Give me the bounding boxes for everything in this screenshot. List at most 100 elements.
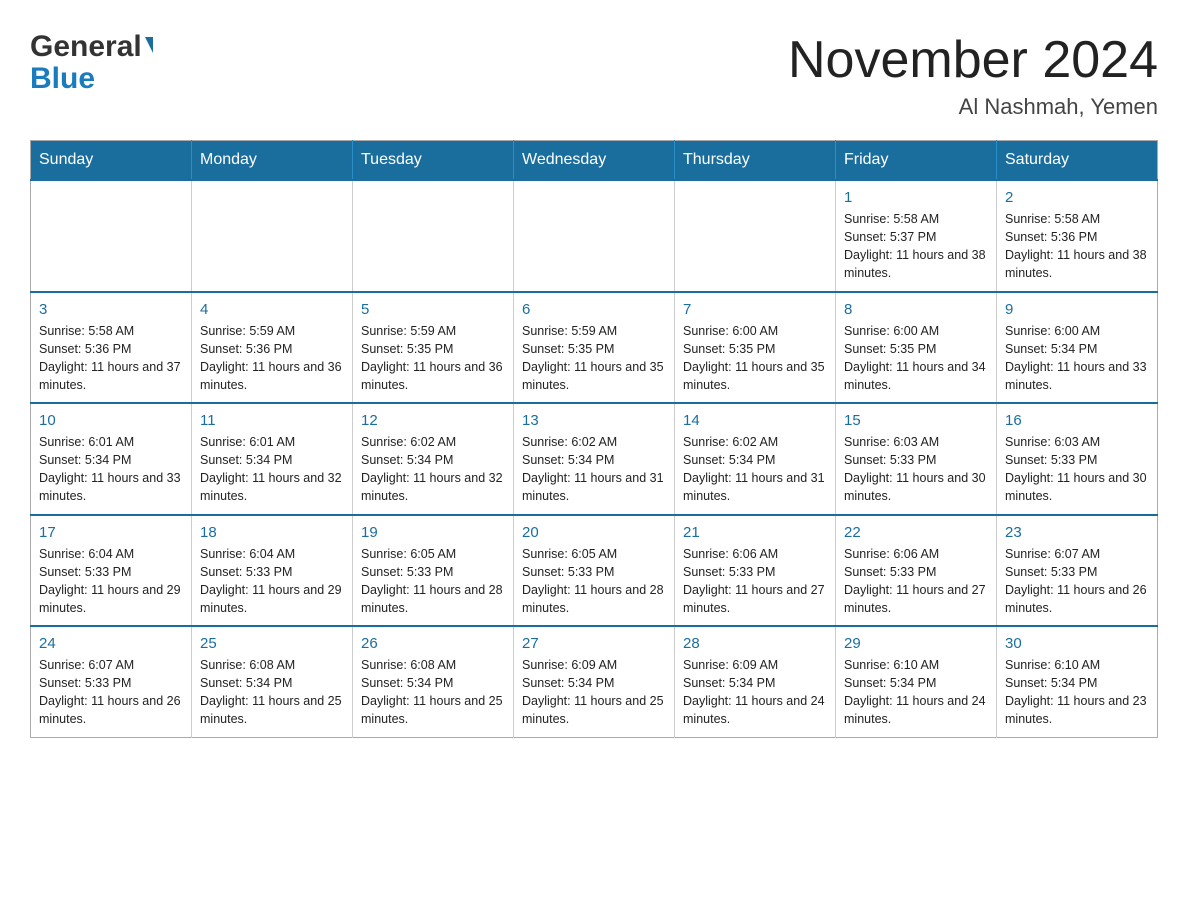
day-info: Sunrise: 5:58 AM Sunset: 5:37 PM Dayligh… — [844, 210, 988, 283]
day-number: 29 — [844, 635, 988, 652]
day-number: 9 — [1005, 301, 1149, 318]
day-number: 3 — [39, 301, 183, 318]
day-number: 21 — [683, 524, 827, 541]
day-info: Sunrise: 6:00 AM Sunset: 5:35 PM Dayligh… — [683, 322, 827, 395]
weekday-header-tuesday: Tuesday — [353, 141, 514, 181]
table-row: 28 Sunrise: 6:09 AM Sunset: 5:34 PM Dayli… — [675, 626, 836, 737]
day-number: 25 — [200, 635, 344, 652]
table-row: 8Sunrise: 6:00 AM Sunset: 5:35 PM Daylig… — [836, 292, 997, 404]
weekday-header-thursday: Thursday — [675, 141, 836, 181]
logo-blue-text: Blue — [30, 62, 95, 96]
logo-general-text: General — [30, 30, 142, 64]
table-row: 30Sunrise: 6:10 AM Sunset: 5:34 PM Dayli… — [997, 626, 1158, 737]
table-row: 6 Sunrise: 5:59 AM Sunset: 5:35 PM Daylig… — [514, 292, 675, 404]
table-row: 11 Sunrise: 6:01 AM Sunset: 5:34 PM Dayli… — [192, 403, 353, 515]
day-number: 15 — [844, 412, 988, 429]
table-row: 18Sunrise: 6:04 AM Sunset: 5:33 PM Dayli… — [192, 515, 353, 627]
day-info: Sunrise: 6:00 AM Sunset: 5:34 PM Dayligh… — [1005, 322, 1149, 395]
day-info: Sunrise: 6:01 AM Sunset: 5:34 PM Dayligh… — [200, 433, 344, 506]
day-info: Sunrise: 6:02 AM Sunset: 5:34 PM Dayligh… — [522, 433, 666, 506]
day-info: Sunrise: 6:02 AM Sunset: 5:34 PM Dayligh… — [683, 433, 827, 506]
table-row: 5 Sunrise: 5:59 AM Sunset: 5:35 PM Daylig… — [353, 292, 514, 404]
page-header: General Blue November 2024 Al Nashmah, Y… — [30, 30, 1158, 120]
weekday-header-row: SundayMondayTuesdayWednesdayThursdayFrid… — [31, 141, 1158, 181]
weekday-header-sunday: Sunday — [31, 141, 192, 181]
day-info: Sunrise: 6:07 AM Sunset: 5:33 PM Dayligh… — [39, 656, 183, 729]
table-row: 25 Sunrise: 6:08 AM Sunset: 5:34 PM Dayli… — [192, 626, 353, 737]
table-row — [353, 180, 514, 292]
day-number: 24 — [39, 635, 183, 652]
table-row: 3 Sunrise: 5:58 AM Sunset: 5:36 PM Daylig… — [31, 292, 192, 404]
day-number: 6 — [522, 301, 666, 318]
day-info: Sunrise: 6:05 AM Sunset: 5:33 PM Dayligh… — [361, 545, 505, 618]
day-number: 26 — [361, 635, 505, 652]
weekday-header-wednesday: Wednesday — [514, 141, 675, 181]
weekday-header-saturday: Saturday — [997, 141, 1158, 181]
day-info: Sunrise: 6:03 AM Sunset: 5:33 PM Dayligh… — [844, 433, 988, 506]
table-row: 1 Sunrise: 5:58 AM Sunset: 5:37 PM Daylig… — [836, 180, 997, 292]
day-number: 1 — [844, 189, 988, 206]
day-number: 22 — [844, 524, 988, 541]
day-info: Sunrise: 6:05 AM Sunset: 5:33 PM Dayligh… — [522, 545, 666, 618]
day-number: 4 — [200, 301, 344, 318]
day-number: 20 — [522, 524, 666, 541]
logo: General Blue — [30, 30, 153, 96]
title-block: November 2024 Al Nashmah, Yemen — [788, 30, 1158, 120]
table-row: 20 Sunrise: 6:05 AM Sunset: 5:33 PM Dayli… — [514, 515, 675, 627]
day-info: Sunrise: 6:10 AM Sunset: 5:34 PM Dayligh… — [844, 656, 988, 729]
day-info: Sunrise: 5:59 AM Sunset: 5:35 PM Dayligh… — [522, 322, 666, 395]
day-number: 14 — [683, 412, 827, 429]
table-row: 12Sunrise: 6:02 AM Sunset: 5:34 PM Dayli… — [353, 403, 514, 515]
table-row — [675, 180, 836, 292]
day-number: 19 — [361, 524, 505, 541]
day-info: Sunrise: 6:06 AM Sunset: 5:33 PM Dayligh… — [683, 545, 827, 618]
table-row: 24 Sunrise: 6:07 AM Sunset: 5:33 PM Dayli… — [31, 626, 192, 737]
day-number: 18 — [200, 524, 344, 541]
calendar-body: 1 Sunrise: 5:58 AM Sunset: 5:37 PM Daylig… — [31, 180, 1158, 737]
day-info: Sunrise: 6:07 AM Sunset: 5:33 PM Dayligh… — [1005, 545, 1149, 618]
day-info: Sunrise: 6:02 AM Sunset: 5:34 PM Dayligh… — [361, 433, 505, 506]
day-info: Sunrise: 6:01 AM Sunset: 5:34 PM Dayligh… — [39, 433, 183, 506]
table-row — [192, 180, 353, 292]
day-info: Sunrise: 6:00 AM Sunset: 5:35 PM Dayligh… — [844, 322, 988, 395]
day-info: Sunrise: 6:08 AM Sunset: 5:34 PM Dayligh… — [361, 656, 505, 729]
day-number: 11 — [200, 412, 344, 429]
table-row: 22Sunrise: 6:06 AM Sunset: 5:33 PM Dayli… — [836, 515, 997, 627]
calendar-week-4: 17 Sunrise: 6:04 AM Sunset: 5:33 PM Dayli… — [31, 515, 1158, 627]
table-row: 10 Sunrise: 6:01 AM Sunset: 5:34 PM Dayli… — [31, 403, 192, 515]
day-number: 16 — [1005, 412, 1149, 429]
day-info: Sunrise: 5:59 AM Sunset: 5:35 PM Dayligh… — [361, 322, 505, 395]
table-row: 13Sunrise: 6:02 AM Sunset: 5:34 PM Dayli… — [514, 403, 675, 515]
day-info: Sunrise: 6:03 AM Sunset: 5:33 PM Dayligh… — [1005, 433, 1149, 506]
day-number: 5 — [361, 301, 505, 318]
calendar-subtitle: Al Nashmah, Yemen — [788, 94, 1158, 120]
calendar-week-5: 24 Sunrise: 6:07 AM Sunset: 5:33 PM Dayli… — [31, 626, 1158, 737]
table-row: 23 Sunrise: 6:07 AM Sunset: 5:33 PM Dayli… — [997, 515, 1158, 627]
table-row: 19 Sunrise: 6:05 AM Sunset: 5:33 PM Dayli… — [353, 515, 514, 627]
day-number: 23 — [1005, 524, 1149, 541]
table-row: 14 Sunrise: 6:02 AM Sunset: 5:34 PM Dayli… — [675, 403, 836, 515]
day-info: Sunrise: 6:09 AM Sunset: 5:34 PM Dayligh… — [683, 656, 827, 729]
day-number: 28 — [683, 635, 827, 652]
table-row: 9 Sunrise: 6:00 AM Sunset: 5:34 PM Daylig… — [997, 292, 1158, 404]
day-info: Sunrise: 5:59 AM Sunset: 5:36 PM Dayligh… — [200, 322, 344, 395]
day-info: Sunrise: 5:58 AM Sunset: 5:36 PM Dayligh… — [39, 322, 183, 395]
weekday-header-monday: Monday — [192, 141, 353, 181]
day-number: 2 — [1005, 189, 1149, 206]
table-row: 27Sunrise: 6:09 AM Sunset: 5:34 PM Dayli… — [514, 626, 675, 737]
table-row: 21 Sunrise: 6:06 AM Sunset: 5:33 PM Dayli… — [675, 515, 836, 627]
day-info: Sunrise: 6:04 AM Sunset: 5:33 PM Dayligh… — [39, 545, 183, 618]
table-row — [514, 180, 675, 292]
day-info: Sunrise: 6:08 AM Sunset: 5:34 PM Dayligh… — [200, 656, 344, 729]
calendar-week-1: 1 Sunrise: 5:58 AM Sunset: 5:37 PM Daylig… — [31, 180, 1158, 292]
table-row: 29 Sunrise: 6:10 AM Sunset: 5:34 PM Dayli… — [836, 626, 997, 737]
table-row: 2Sunrise: 5:58 AM Sunset: 5:36 PM Daylig… — [997, 180, 1158, 292]
calendar-table: SundayMondayTuesdayWednesdayThursdayFrid… — [30, 140, 1158, 738]
weekday-header-friday: Friday — [836, 141, 997, 181]
day-number: 27 — [522, 635, 666, 652]
calendar-week-3: 10 Sunrise: 6:01 AM Sunset: 5:34 PM Dayli… — [31, 403, 1158, 515]
day-number: 10 — [39, 412, 183, 429]
table-row — [31, 180, 192, 292]
day-number: 17 — [39, 524, 183, 541]
logo-triangle-icon — [145, 37, 153, 53]
